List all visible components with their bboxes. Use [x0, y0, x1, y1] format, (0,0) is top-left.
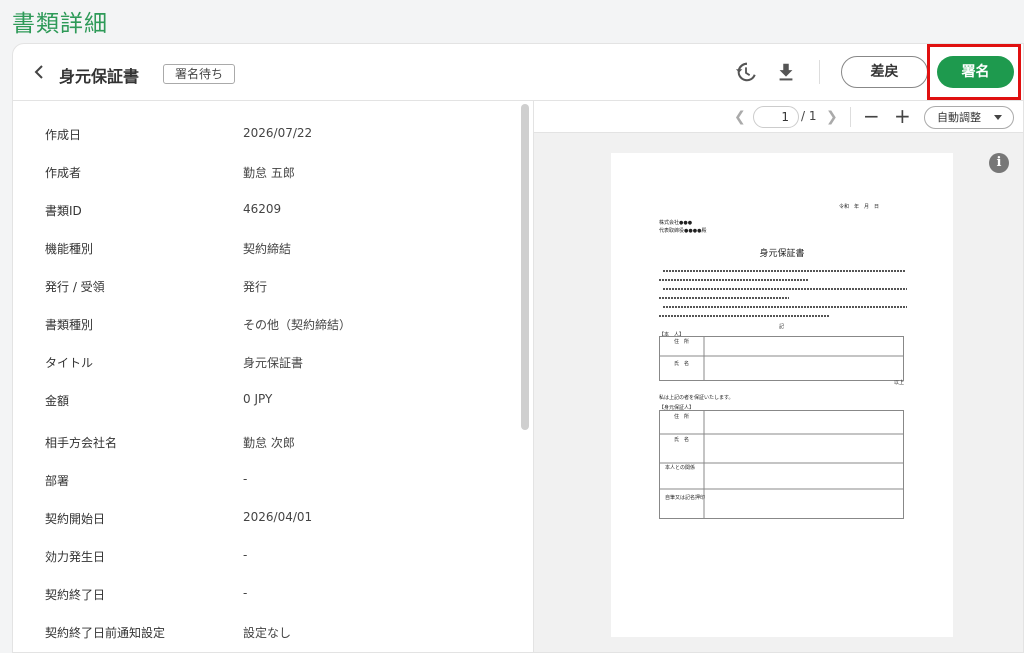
page-number-input[interactable]: 1	[753, 106, 799, 128]
chevron-down-icon	[994, 115, 1002, 120]
info-value: 設定なし	[243, 626, 292, 640]
doc-text-line	[663, 306, 907, 308]
person-table	[659, 336, 904, 381]
doc-end-mark: 以上	[894, 380, 905, 386]
next-page-icon[interactable]: ❯	[826, 109, 838, 125]
info-row: 書類ID 46209	[13, 192, 518, 230]
guarantor-address-label: 住 所	[674, 414, 690, 420]
doc-text-line	[663, 270, 905, 272]
info-value: 契約締結	[243, 242, 292, 256]
info-value: 身元保証書	[243, 356, 304, 370]
info-row: 効力発生日 -	[13, 538, 518, 576]
info-label: 契約終了日前通知設定	[45, 626, 166, 640]
document-title: 身元保証書	[59, 67, 140, 86]
doc-text-line	[659, 315, 829, 317]
info-value: その他（契約締結）	[243, 318, 352, 332]
page-total: / 1	[801, 109, 817, 123]
info-value: -	[243, 472, 248, 486]
info-row: 作成日 2026/07/22	[13, 116, 518, 154]
info-label: 作成日	[45, 128, 82, 142]
info-label: 部署	[45, 474, 70, 488]
guarantor-table	[659, 410, 904, 519]
info-label: 発行 / 受領	[45, 280, 105, 294]
sign-button-highlight	[927, 44, 1021, 100]
viewer-toolbar: ❮ 1 / 1 ❯ − + 自動調整	[534, 101, 1023, 133]
info-value: 発行	[243, 280, 268, 294]
person-address-label: 住 所	[674, 339, 690, 345]
doc-text-line	[659, 297, 789, 299]
zoom-fit-select[interactable]: 自動調整	[924, 106, 1014, 129]
doc-representative: 代表取締役●●●●殿	[659, 228, 707, 234]
page-title: 書類詳細	[12, 11, 108, 37]
chevron-left-icon[interactable]	[29, 61, 49, 83]
info-value: 勤怠 次郎	[243, 436, 295, 450]
info-value: -	[243, 586, 248, 600]
info-icon[interactable]: i	[989, 153, 1009, 173]
doc-guarantor-line: 私は上記の者を保証いたします。	[659, 395, 734, 401]
download-icon[interactable]	[775, 61, 797, 83]
zoom-out-icon[interactable]: −	[863, 104, 880, 128]
doc-text-line	[663, 288, 907, 290]
info-row: 相手方会社名 勤怠 次郎	[13, 424, 518, 462]
info-value: 2026/04/01	[243, 510, 313, 524]
document-card: 身元保証書 署名待ち 差戻 署名 作成日 2026/07/22 作成者 勤怠 五郎 …	[12, 43, 1024, 653]
guarantor-sign-label: 自筆又は記名押印	[665, 495, 706, 501]
pdf-viewer: ❮ 1 / 1 ❯ − + 自動調整 i 令和 年 月 日 株式会社●●● 代表…	[533, 101, 1023, 652]
info-label: 金額	[45, 394, 70, 408]
info-label: 作成者	[45, 166, 82, 180]
doc-date-line: 令和 年 月 日	[839, 204, 880, 210]
person-name-label: 氏 名	[674, 361, 690, 367]
info-label: 相手方会社名	[45, 436, 118, 450]
info-value: 0 JPY	[243, 392, 273, 406]
toolbar-divider	[819, 60, 820, 84]
document-info-panel: 作成日 2026/07/22 作成者 勤怠 五郎 書類ID 46209 機能種別 契約締…	[13, 102, 533, 652]
prev-page-icon[interactable]: ❮	[734, 109, 746, 125]
info-value: -	[243, 548, 248, 562]
info-label: タイトル	[45, 356, 94, 370]
viewer-toolbar-divider	[850, 107, 851, 127]
info-value: 勤怠 五郎	[243, 166, 295, 180]
info-row: 機能種別 契約締結	[13, 230, 518, 268]
history-icon[interactable]	[735, 61, 757, 83]
doc-company: 株式会社●●●	[659, 220, 693, 226]
zoom-fit-label: 自動調整	[937, 111, 981, 124]
info-label: 契約開始日	[45, 512, 106, 526]
info-row: 契約終了日前通知設定 設定なし	[13, 614, 518, 652]
info-row: 契約開始日 2026/04/01	[13, 500, 518, 538]
info-row: タイトル 身元保証書	[13, 344, 518, 382]
info-row: 部署 -	[13, 462, 518, 500]
doc-note-mark: 記	[779, 324, 785, 330]
document-header: 身元保証書 署名待ち 差戻 署名	[13, 44, 1023, 101]
info-value: 2026/07/22	[243, 126, 313, 140]
status-badge: 署名待ち	[163, 64, 236, 84]
zoom-in-icon[interactable]: +	[894, 104, 911, 128]
info-label: 効力発生日	[45, 550, 106, 564]
info-row: 書類種別 その他（契約締結）	[13, 306, 518, 344]
info-scrollbar[interactable]	[521, 104, 529, 430]
info-label: 契約終了日	[45, 588, 106, 602]
info-row: 発行 / 受領 発行	[13, 268, 518, 306]
info-row: 契約終了日 -	[13, 576, 518, 614]
info-label: 機能種別	[45, 242, 94, 256]
info-label: 書類ID	[45, 204, 82, 218]
info-row: 作成者 勤怠 五郎	[13, 154, 518, 192]
doc-title: 身元保証書	[759, 249, 805, 259]
guarantor-name-label: 氏 名	[674, 437, 690, 443]
document-page: 令和 年 月 日 株式会社●●● 代表取締役●●●●殿 身元保証書 記 【本 人…	[611, 153, 953, 637]
return-button[interactable]: 差戻	[841, 56, 928, 88]
info-value: 46209	[243, 202, 282, 216]
info-label: 書類種別	[45, 318, 94, 332]
info-row: 金額 0 JPY	[13, 382, 518, 420]
guarantor-relation-label: 本人との関係	[665, 465, 695, 471]
doc-text-line	[659, 279, 809, 281]
